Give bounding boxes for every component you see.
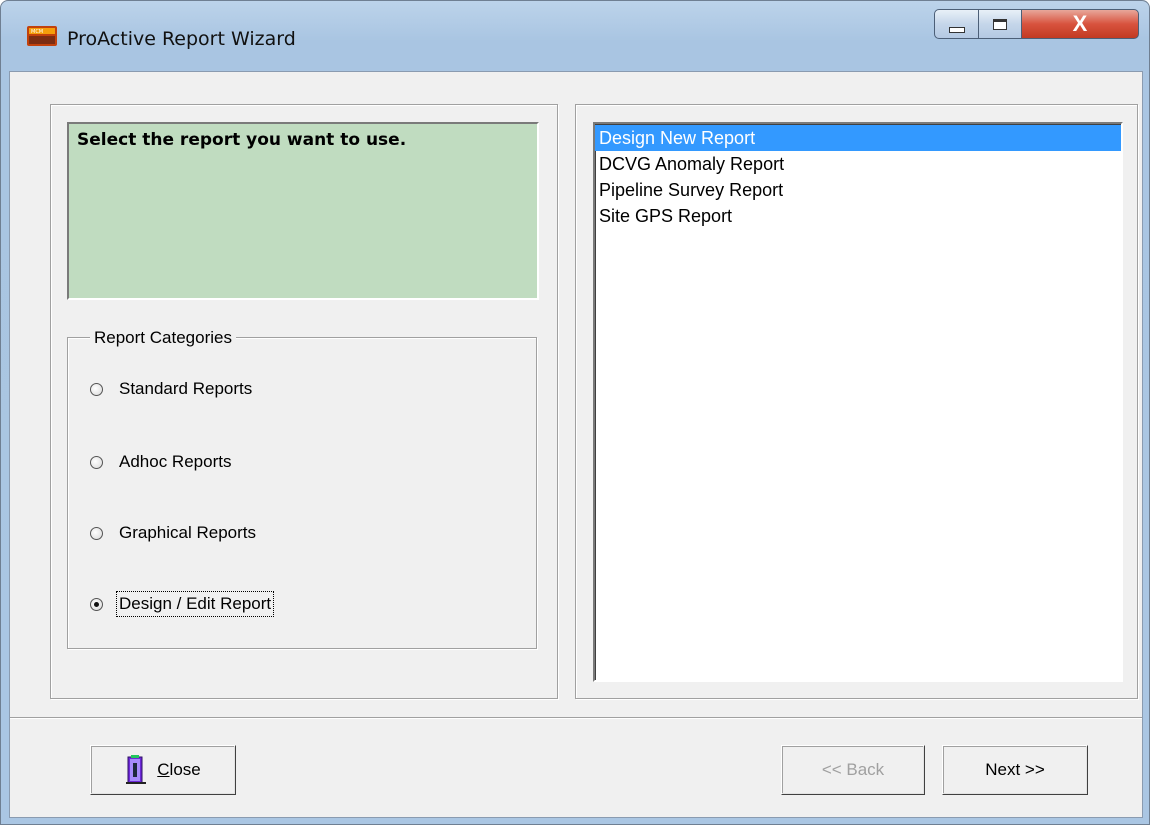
- back-button[interactable]: << Back: [781, 745, 925, 795]
- close-button-label: Close: [157, 760, 201, 779]
- wizard-window: MCM ProActive Report Wizard X Select the…: [0, 0, 1150, 825]
- radio-button[interactable]: [90, 382, 103, 396]
- list-item[interactable]: Site GPS Report: [595, 203, 1121, 229]
- report-categories-legend: Report Categories: [90, 328, 236, 348]
- footer-divider: [10, 717, 1142, 719]
- radio-label: Graphical Reports: [119, 523, 257, 542]
- minimize-button[interactable]: [934, 9, 979, 39]
- close-window-button[interactable]: X: [1021, 9, 1139, 39]
- report-list[interactable]: Design New Report DCVG Anomaly Report Pi…: [593, 122, 1123, 682]
- radio-label: Adhoc Reports: [119, 452, 232, 471]
- next-button[interactable]: Next >>: [942, 745, 1088, 795]
- window-title: ProActive Report Wizard: [67, 28, 296, 50]
- maximize-button[interactable]: [978, 9, 1022, 39]
- radio-button[interactable]: [90, 526, 103, 540]
- minimize-icon: [948, 27, 965, 33]
- instruction-box: Select the report you want to use.: [67, 122, 539, 300]
- maximize-icon: [993, 18, 1007, 30]
- door-exit-icon: [126, 755, 147, 784]
- client-area: Select the report you want to use. Repor…: [9, 71, 1143, 818]
- radio-button[interactable]: [90, 455, 103, 469]
- radio-graphical-reports[interactable]: Graphical Reports: [90, 523, 256, 543]
- list-item[interactable]: Pipeline Survey Report: [595, 177, 1121, 203]
- close-button[interactable]: Close: [90, 745, 236, 795]
- list-item[interactable]: Design New Report: [595, 125, 1121, 151]
- next-button-label: Next >>: [985, 760, 1045, 779]
- back-button-label: << Back: [821, 760, 885, 779]
- radio-label: Design / Edit Report: [115, 591, 275, 617]
- radio-design-edit-report[interactable]: Design / Edit Report: [90, 591, 275, 617]
- app-report-icon: MCM: [27, 26, 57, 46]
- close-icon: X: [1072, 11, 1088, 36]
- radio-button[interactable]: [90, 597, 103, 611]
- svg-text:MCM: MCM: [31, 29, 43, 35]
- radio-adhoc-reports[interactable]: Adhoc Reports: [90, 452, 231, 472]
- radio-standard-reports[interactable]: Standard Reports: [90, 379, 252, 399]
- list-item[interactable]: DCVG Anomaly Report: [595, 151, 1121, 177]
- title-bar[interactable]: MCM ProActive Report Wizard X: [1, 1, 1149, 81]
- instruction-text: Select the report you want to use.: [77, 130, 407, 150]
- radio-label: Standard Reports: [119, 379, 253, 398]
